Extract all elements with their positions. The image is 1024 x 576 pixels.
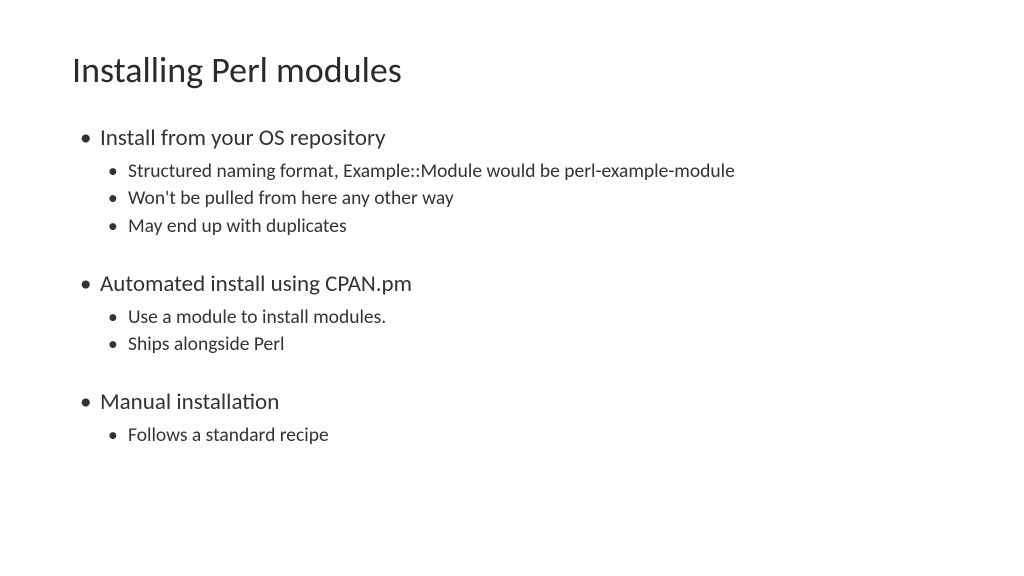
bullet-level2: Structured naming format, Example::Modul… [108, 158, 952, 185]
bullet-level2: Ships alongside Perl [108, 331, 952, 358]
bullet-group: Automated install using CPAN.pm Use a mo… [80, 270, 952, 359]
bullet-level2: May end up with duplicates [108, 213, 952, 240]
bullet-level2: Won't be pulled from here any other way [108, 185, 952, 212]
bullet-level1: Automated install using CPAN.pm [80, 270, 952, 298]
bullet-group: Manual installation Follows a standard r… [80, 388, 952, 449]
slide-content: Install from your OS repository Structur… [72, 124, 952, 450]
bullet-level1: Install from your OS repository [80, 124, 952, 152]
slide-title: Installing Perl modules [72, 48, 952, 92]
bullet-group: Install from your OS repository Structur… [80, 124, 952, 240]
bullet-level1: Manual installation [80, 388, 952, 416]
bullet-level2: Use a module to install modules. [108, 304, 952, 331]
bullet-level2: Follows a standard recipe [108, 422, 952, 449]
